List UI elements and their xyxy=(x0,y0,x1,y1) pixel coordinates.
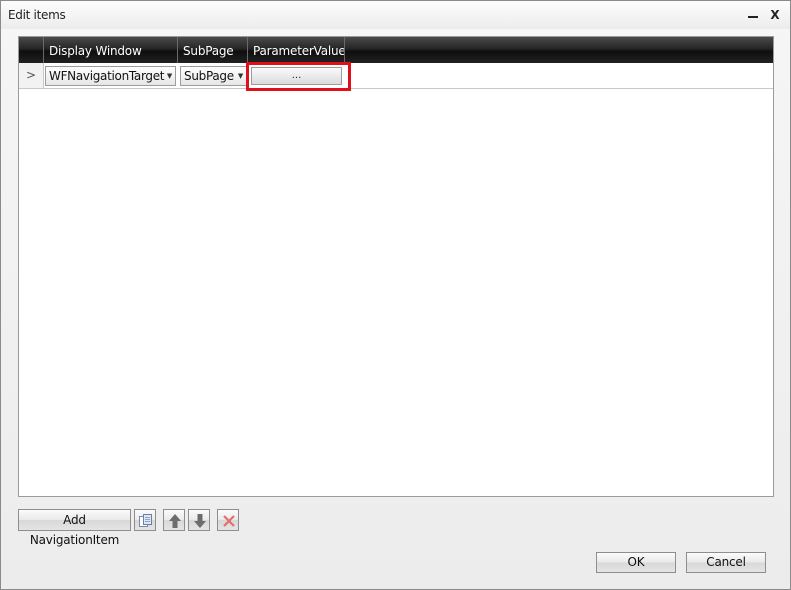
display-window-dropdown[interactable]: WFNavigationTarget ▼ xyxy=(45,66,176,86)
arrow-down-icon xyxy=(194,514,206,528)
delete-button[interactable] xyxy=(217,509,239,531)
table-row[interactable]: > WFNavigationTarget ▼ SubPage ▼ ... xyxy=(19,62,773,91)
add-navigation-item-button[interactable]: Add NavigationItem xyxy=(18,509,131,547)
title-bar: Edit items X xyxy=(1,1,790,29)
window-title: Edit items xyxy=(8,8,66,22)
close-button[interactable]: X xyxy=(767,7,783,23)
ok-button[interactable]: OK xyxy=(596,552,676,573)
navigation-items-grid: Display Window SubPage ParameterValues >… xyxy=(18,36,774,497)
chevron-down-icon: ▼ xyxy=(166,72,172,80)
copy-icon xyxy=(139,514,152,527)
move-up-button[interactable] xyxy=(163,509,185,531)
column-header-parameter-values[interactable]: ParameterValues xyxy=(248,37,345,63)
move-down-button[interactable] xyxy=(188,509,210,531)
subpage-value: SubPage xyxy=(184,69,234,83)
chevron-down-icon: ▼ xyxy=(237,72,243,80)
row-indicator[interactable]: > xyxy=(19,63,44,88)
cancel-button[interactable]: Cancel xyxy=(686,552,766,573)
column-header-display-window[interactable]: Display Window xyxy=(44,37,178,63)
grid-header: Display Window SubPage ParameterValues xyxy=(19,37,773,63)
copy-button[interactable] xyxy=(134,509,156,531)
minimize-button[interactable] xyxy=(745,7,761,23)
delete-icon xyxy=(223,515,235,527)
arrow-up-icon xyxy=(169,514,181,528)
subpage-dropdown[interactable]: SubPage ▼ xyxy=(180,66,247,86)
display-window-value: WFNavigationTarget xyxy=(49,69,165,83)
column-header-subpage[interactable]: SubPage xyxy=(178,37,248,63)
row-header-column[interactable] xyxy=(19,37,44,63)
edit-items-dialog: Edit items X Display Window SubPage Para… xyxy=(0,0,791,590)
minimize-icon xyxy=(748,16,758,18)
parameter-values-button[interactable]: ... xyxy=(251,67,342,85)
